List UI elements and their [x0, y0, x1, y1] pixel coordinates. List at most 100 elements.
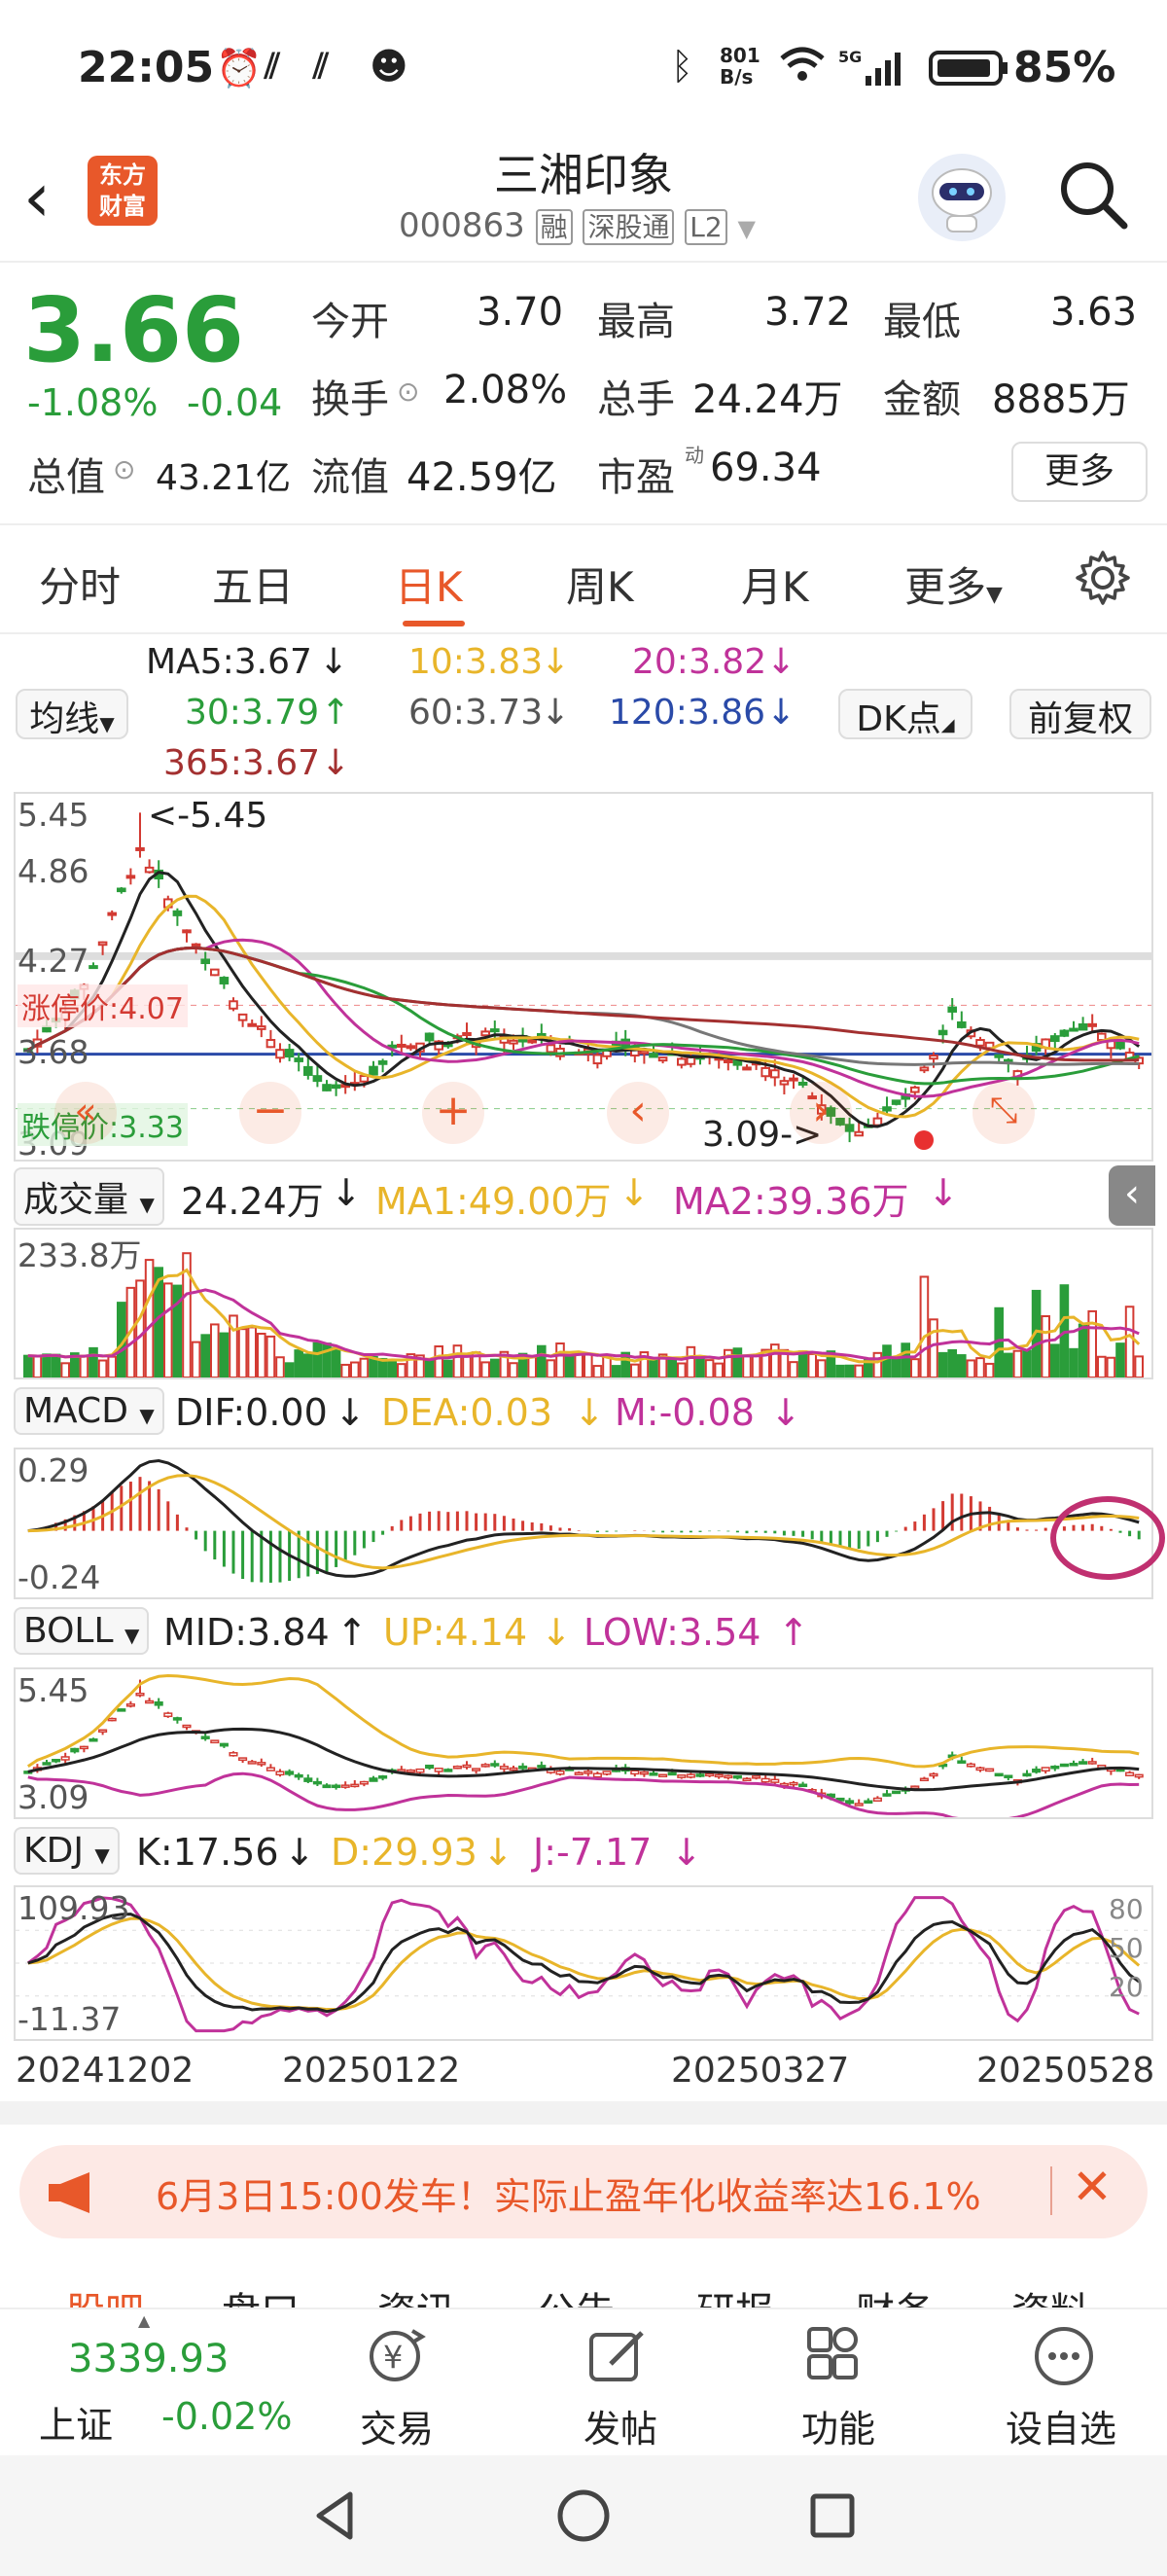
change-percent: -1.08%: [27, 381, 159, 424]
tab-weekly-k[interactable]: 周K: [566, 555, 634, 614]
boll-candle-body: [985, 1768, 995, 1772]
arrow-down-icon-11: ↓: [574, 1391, 605, 1434]
candle-body: [957, 1020, 967, 1028]
nav-back-icon[interactable]: [307, 2487, 366, 2545]
info-icon-2[interactable]: ⊙: [113, 453, 135, 485]
volume-bar: [929, 1318, 938, 1377]
tab-five-day[interactable]: 五日: [212, 555, 294, 614]
peek-tab-finance[interactable]: 财务: [856, 2280, 934, 2308]
candle-body: [294, 1057, 303, 1062]
boll-candle-body: [462, 1764, 472, 1769]
function-button[interactable]: 功能: [782, 2309, 899, 2457]
chart-prev-button[interactable]: ‹: [607, 1082, 669, 1144]
tab-daily-k[interactable]: 日K: [395, 555, 463, 614]
candle-body: [639, 1050, 650, 1055]
close-icon[interactable]: ✕: [1072, 2159, 1113, 2215]
robot-assistant-icon[interactable]: [918, 154, 1006, 241]
volume-bar: [257, 1332, 266, 1377]
adjust-toggle[interactable]: 前复权: [1009, 689, 1151, 739]
boll-chart[interactable]: 5.45 3.09: [14, 1667, 1153, 1819]
kdj-j: J:-7.17: [533, 1831, 653, 1874]
volume-bar: [284, 1362, 295, 1377]
volume-bar: [527, 1356, 538, 1377]
boll-candle-body: [303, 1777, 313, 1782]
arrow-down-icon-5: ↓: [766, 693, 796, 733]
candle-body: [657, 1056, 668, 1062]
volume-bar: [704, 1359, 715, 1377]
arrow-down-icon-14: ↓: [284, 1831, 315, 1874]
peek-tab-pankou[interactable]: 盘口: [222, 2280, 300, 2308]
candle-body: [125, 875, 136, 879]
amount-label: 金额: [883, 377, 961, 422]
candle-body: [649, 1053, 658, 1058]
peek-tab-research[interactable]: 研报: [696, 2280, 774, 2308]
boll-candle-body: [1069, 1763, 1079, 1767]
macd-selector[interactable]: MACD ▼: [14, 1387, 164, 1435]
dk-point-toggle[interactable]: DK点◢: [838, 689, 972, 739]
nav-recents-icon[interactable]: [803, 2487, 862, 2545]
dropdown-icon[interactable]: ▼: [738, 215, 756, 242]
kdj-chart[interactable]: 109.93 -11.37 80 50 20: [14, 1885, 1153, 2041]
arrow-down-icon-6: ↓: [321, 743, 351, 783]
tab-more[interactable]: 更多▼: [904, 555, 1003, 614]
fullscreen-toggle-button[interactable]: ⤡: [972, 1082, 1035, 1144]
boll-candle-body: [798, 1783, 808, 1788]
boll-candle-body: [845, 1800, 855, 1805]
peek-tab-guba[interactable]: 股吧: [66, 2280, 144, 2308]
candle-body: [135, 846, 145, 851]
peek-tab-notice[interactable]: 公告: [537, 2280, 615, 2308]
chart-next-button[interactable]: ›: [790, 1082, 852, 1144]
index-ticker[interactable]: ▲ 3339.93 上证 -0.02%: [0, 2309, 311, 2457]
caret-down-icon: ▼: [124, 1624, 140, 1647]
open-label: 今开: [311, 300, 389, 344]
section-tabs-peek: 股吧 盘口 资讯 公告 研报 财务 资料: [0, 2267, 1167, 2308]
nav-home-icon[interactable]: [554, 2487, 613, 2545]
boll-candle-body: [1050, 1765, 1060, 1770]
megaphone-icon: [47, 2168, 101, 2215]
volume-bar: [872, 1351, 883, 1377]
settings-icon[interactable]: [1074, 549, 1132, 607]
tag-l2: L2: [685, 209, 727, 245]
search-icon[interactable]: [1054, 156, 1132, 233]
tab-intraday[interactable]: 分时: [39, 555, 121, 614]
volume-chart[interactable]: 233.8万: [14, 1228, 1153, 1379]
boll-selector[interactable]: BOLL ▼: [14, 1607, 150, 1655]
ma60-label: 60:3.73: [408, 693, 544, 733]
trade-button[interactable]: ¥ 交易: [340, 2309, 457, 2457]
candle-body: [331, 1084, 341, 1090]
kdj-selector[interactable]: KDJ ▼: [14, 1827, 120, 1875]
volume-bar: [79, 1354, 89, 1377]
boll-candle-body: [592, 1772, 602, 1778]
info-icon[interactable]: ⊙: [397, 376, 419, 408]
volume-bar: [434, 1345, 443, 1377]
chart-scroll-left-far-button[interactable]: «: [54, 1082, 117, 1144]
peek-tab-news[interactable]: 资讯: [377, 2280, 455, 2308]
boll-candle-body: [789, 1781, 798, 1786]
boll-candle-body: [677, 1774, 687, 1778]
macd-chart[interactable]: 0.29 -0.24: [14, 1448, 1153, 1599]
volume-bar: [807, 1352, 818, 1377]
volume-bar: [340, 1363, 350, 1377]
post-button[interactable]: 发帖: [564, 2309, 681, 2457]
boll-candle-body: [1134, 1773, 1144, 1778]
volume-bar: [537, 1344, 547, 1377]
event-marker-dot[interactable]: [914, 1130, 934, 1150]
volume-bar: [275, 1356, 285, 1377]
tab-monthly-k[interactable]: 月K: [741, 555, 809, 614]
peek-tab-profile[interactable]: 资料: [1011, 2280, 1089, 2308]
collapse-panel-button[interactable]: ‹: [1109, 1165, 1155, 1226]
boll-candle-body: [275, 1771, 285, 1776]
add-watchlist-button[interactable]: 设自选: [992, 2309, 1148, 2457]
promo-banner[interactable]: 6月3日15:00发车！实际止盈年化收益率达16.1% ✕: [19, 2145, 1148, 2238]
ma-selector[interactable]: 均线▼: [16, 689, 128, 739]
volume-bar: [350, 1361, 360, 1377]
volume-value: 24.24万: [692, 377, 843, 422]
zoom-out-button[interactable]: −: [239, 1082, 301, 1144]
ma20-label: 20:3.82: [632, 642, 767, 682]
volume-bar: [1004, 1352, 1013, 1377]
candle-body: [592, 1054, 603, 1065]
more-button[interactable]: 更多: [1011, 442, 1148, 502]
volume-bar: [480, 1361, 490, 1377]
zoom-in-button[interactable]: +: [422, 1082, 484, 1144]
volume-selector[interactable]: 成交量 ▼: [14, 1167, 164, 1226]
